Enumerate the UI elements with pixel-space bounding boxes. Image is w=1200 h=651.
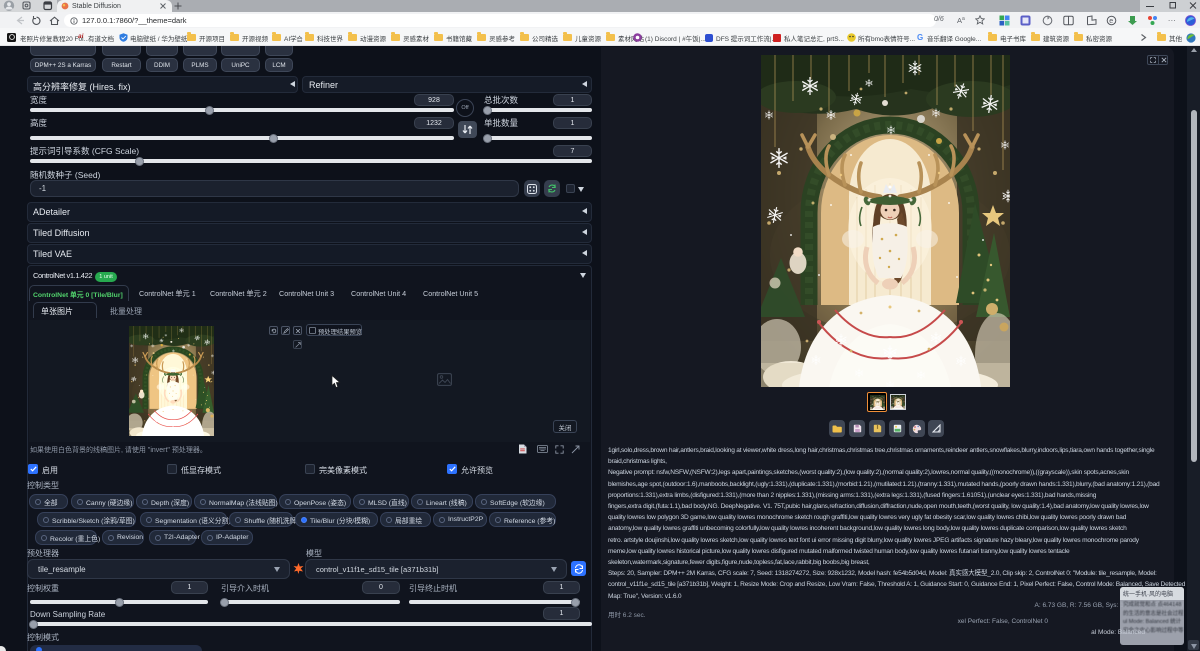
svg-text:e: e [1109,18,1113,25]
